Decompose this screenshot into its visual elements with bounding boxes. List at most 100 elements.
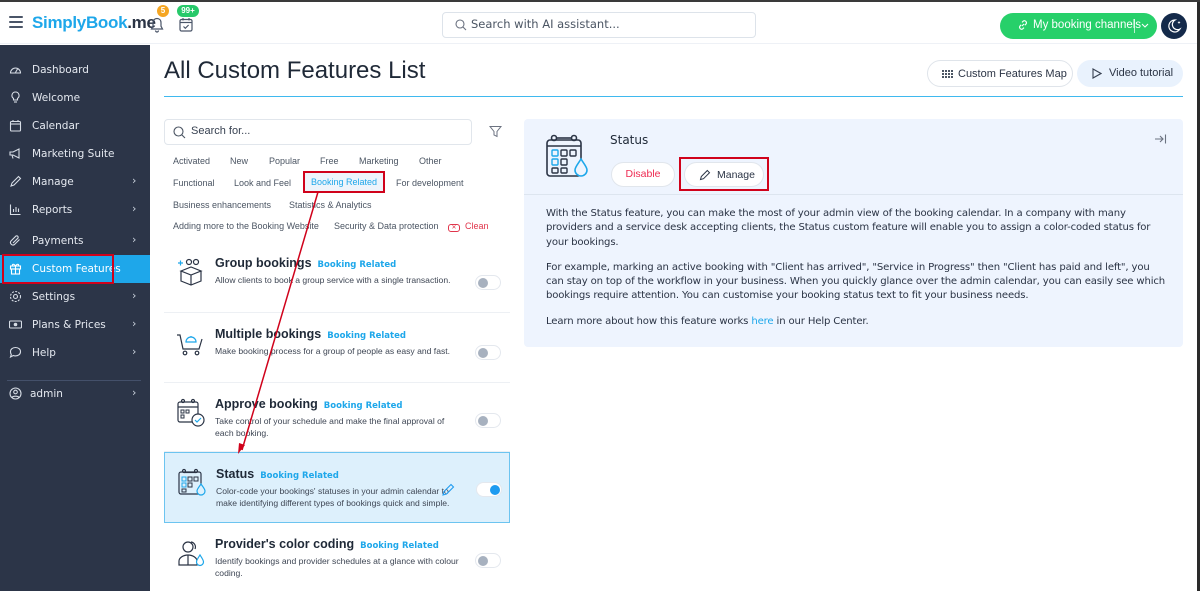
filter-chip-business-enhancements[interactable]: Business enhancements [173,200,271,210]
feature-tag: Booking Related [260,471,339,481]
disable-button[interactable]: Disable [611,162,675,187]
feature-toggle[interactable] [476,482,502,497]
pencil-icon [10,175,22,187]
clean-filters-button[interactable]: ✕ Clean [448,221,489,232]
sidebar-item-welcome[interactable]: Welcome [0,84,150,112]
calendar-check-icon[interactable] [179,17,193,32]
app-window: SimplyBook.me 5 99+ My booking channels … [0,0,1200,591]
bookings-badge: 99+ [177,5,199,17]
ai-search-input[interactable] [471,17,741,31]
filter-chip-new[interactable]: New [230,156,248,166]
filter-chip-marketing[interactable]: Marketing [359,156,399,166]
collapse-panel-icon[interactable] [1154,133,1167,145]
custom-features-map-button[interactable]: Custom Features Map [927,60,1073,87]
edit-pencil-icon[interactable] [441,483,455,497]
sidebar-item-marketing-suite[interactable]: Marketing Suite [0,140,150,168]
feature-detail-panel: Status Disable Manage With the Status fe… [524,119,1183,347]
sidebar-item-manage[interactable]: Manage › [0,168,150,196]
ai-search-box[interactable] [442,12,756,38]
logo-brand-initial: S [32,13,44,32]
filter-chip-security-data-protection[interactable]: Security & Data protection [334,221,439,231]
my-booking-channels-button[interactable]: My booking channels [1000,13,1157,39]
video-tutorial-button[interactable]: Video tutorial [1077,60,1183,87]
sidebar-item-calendar[interactable]: Calendar [0,112,150,140]
feature-description: Allow clients to book a group service wi… [215,275,451,285]
filter-chip-for-development[interactable]: For development [396,178,464,188]
sidebar-item-label: Welcome [32,92,81,104]
detail-description: With the Status feature, you can make th… [546,207,1166,340]
feature-description: Take control of your schedule and make t… [215,416,445,438]
help-center-link[interactable]: here [751,316,773,327]
feature-tag: Booking Related [323,401,403,411]
sidebar-item-admin[interactable]: admin › [0,380,150,408]
group-box-icon [178,258,203,286]
theme-toggle-button[interactable] [1161,13,1187,39]
sidebar-item-label: Plans & Prices [32,319,106,331]
gauge-icon [9,67,22,74]
features-list: Group bookings Booking Related Allow clie… [164,242,510,591]
sidebar-item-label: Settings [32,291,76,303]
bell-icon[interactable] [150,17,164,33]
feature-title: Approve booking Booking Related [215,397,403,411]
manage-button[interactable]: Manage [684,162,764,187]
video-tutorial-label: Video tutorial [1109,67,1174,79]
grid-icon [942,70,953,78]
feature-toggle[interactable] [475,345,501,360]
feature-tag: Booking Related [327,331,406,341]
feature-row-multiple-bookings[interactable]: Multiple bookings Booking Related Make bo… [164,313,510,383]
gear-icon [9,290,22,303]
filter-icon[interactable] [489,125,502,138]
notifications-badge: 5 [157,5,169,17]
filter-chip-popular[interactable]: Popular [269,156,300,166]
sidebar-item-dashboard[interactable]: Dashboard [0,56,150,84]
sidebar-item-label: Custom Features [32,263,121,275]
sidebar-item-label: Manage [32,176,74,188]
feature-row-group-bookings[interactable]: Group bookings Booking Related Allow clie… [164,242,510,313]
feature-row-providers-color-coding[interactable]: Provider's color coding Booking Related I… [164,523,510,591]
filter-chip-free[interactable]: Free [320,156,339,166]
logo[interactable]: SimplyBook.me [32,13,156,33]
sidebar: Dashboard Welcome Calendar Marketing Sui… [0,45,150,591]
sidebar-item-plans-prices[interactable]: Plans & Prices › [0,311,150,339]
sidebar-item-help[interactable]: Help › [0,339,150,367]
annotation-highlight-manage: Manage [679,157,769,191]
chevron-right-icon: › [132,289,137,302]
play-icon [1092,68,1102,79]
chevron-right-icon: › [132,386,137,399]
sidebar-item-label: Reports [32,204,73,216]
sidebar-user-label: admin [30,388,63,400]
sidebar-item-label: Dashboard [32,64,89,76]
feature-search-input[interactable] [191,125,461,137]
filter-chip-statistics-analytics[interactable]: Statistics & Analytics [289,200,372,210]
sidebar-item-custom-features[interactable]: Custom Features [0,255,150,283]
chevron-down-icon[interactable] [1140,18,1150,32]
feature-tag: Booking Related [317,260,397,270]
chevron-right-icon: › [132,202,137,215]
feature-title: Multiple bookings Booking Related [215,327,406,341]
chevron-right-icon: › [132,345,137,358]
filter-chip-activated[interactable]: Activated [173,156,210,166]
filter-chip-adding-more-booking-website[interactable]: Adding more to the Booking Website [173,221,319,231]
calendar-icon [9,120,22,132]
moon-icon [1168,19,1182,33]
calendar-approve-icon [177,398,205,427]
feature-toggle[interactable] [475,275,501,290]
feature-toggle[interactable] [475,553,501,568]
sidebar-item-payments[interactable]: Payments › [0,227,150,255]
filter-chip-other[interactable]: Other [419,156,442,166]
feature-row-status[interactable]: Status Booking Related Color-code your bo… [164,452,510,523]
link-icon [1019,20,1027,30]
filter-chip-functional[interactable]: Functional [173,178,215,188]
paperclip-icon [9,235,20,246]
feature-search-box[interactable] [164,119,472,145]
feature-row-approve-booking[interactable]: Approve booking Booking Related Take cont… [164,383,510,452]
hamburger-icon[interactable] [9,16,23,28]
feature-toggle[interactable] [475,413,501,428]
sidebar-item-settings[interactable]: Settings › [0,283,150,311]
detail-paragraph: For example, marking an active booking w… [546,261,1166,302]
feature-description: Identify bookings and provider schedules… [215,556,459,578]
sidebar-item-reports[interactable]: Reports › [0,196,150,224]
filter-chip-booking-related[interactable]: Booking Related [303,171,386,193]
custom-features-map-label: Custom Features Map [958,68,1067,80]
filter-chip-look-and-feel[interactable]: Look and Feel [234,178,291,188]
